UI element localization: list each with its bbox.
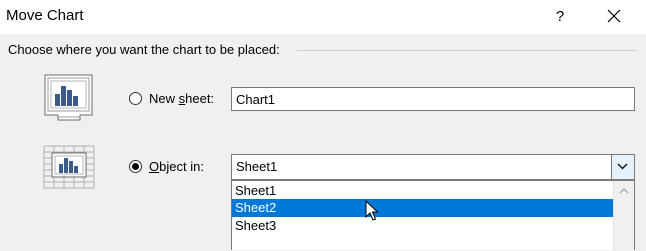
chevron-up-icon[interactable] [619,188,629,194]
embedded-chart-icon [43,145,95,189]
dialog-title: Move Chart [6,7,84,24]
close-icon [607,9,621,23]
help-button[interactable]: ? [545,0,575,34]
object-in-label[interactable]: Object in: [149,159,204,174]
dropdown-scrollbar[interactable] [613,181,634,251]
sheet-dropdown-list: Sheet1 Sheet2 Sheet3 [231,180,635,251]
dropdown-option-sheet3[interactable]: Sheet3 [232,217,614,235]
new-sheet-radio[interactable] [129,92,142,105]
dropdown-option-sheet1[interactable]: Sheet1 [232,182,614,200]
title-bar: Move Chart ? [0,0,646,34]
new-sheet-label[interactable]: New sheet: [149,91,214,106]
selected-sheet-value: Sheet1 [236,159,278,174]
dropdown-option-sheet2[interactable]: Sheet2 [232,199,614,217]
chevron-down-icon [617,163,628,170]
separator-line [297,50,637,51]
object-in-select[interactable]: Sheet1 [231,154,635,180]
object-in-radio[interactable] [129,160,142,173]
move-chart-dialog: Move Chart ? Choose where you want the c… [0,0,646,251]
new-sheet-name-input[interactable] [231,87,635,111]
mouse-pointer-icon [365,200,379,221]
placement-prompt: Choose where you want the chart to be pl… [8,42,280,57]
close-button[interactable] [595,0,635,34]
chart-sheet-icon [44,74,93,121]
dropdown-button[interactable] [611,155,634,179]
radio-selected-dot [132,163,139,170]
